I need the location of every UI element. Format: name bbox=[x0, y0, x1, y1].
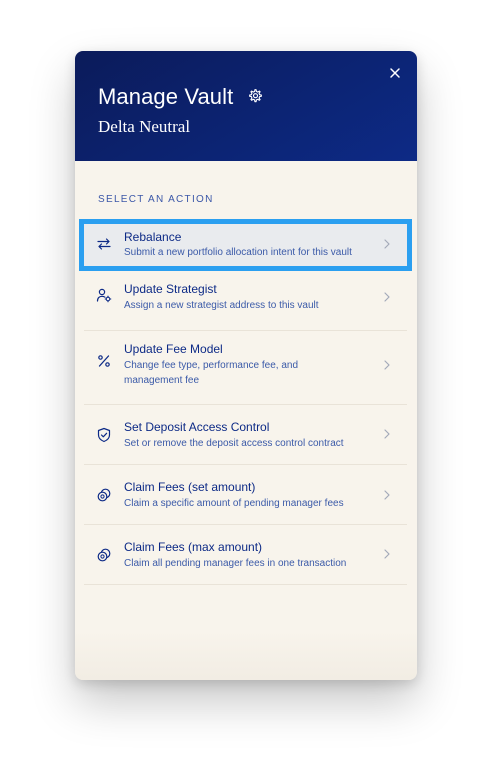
action-description: Set or remove the deposit access control… bbox=[124, 438, 344, 449]
action-title: Claim Fees (max amount) bbox=[124, 540, 263, 554]
action-claim-fees-max-amount[interactable]: Claim Fees (max amount) Claim all pendin… bbox=[84, 525, 407, 585]
action-description: Submit a new portfolio allocation intent… bbox=[124, 247, 352, 258]
action-update-fee-model[interactable]: Update Fee Model Change fee type, perfor… bbox=[84, 331, 407, 405]
action-set-deposit-access-control[interactable]: Set Deposit Access Control Set or remove… bbox=[84, 405, 407, 465]
action-title: Update Fee Model bbox=[124, 342, 223, 356]
action-description: Claim all pending manager fees in one tr… bbox=[124, 558, 347, 569]
modal-footer-fade bbox=[75, 630, 417, 680]
chevron-right-icon bbox=[384, 360, 390, 370]
action-title: Update Strategist bbox=[124, 282, 217, 296]
coins-icon bbox=[97, 548, 111, 562]
modal-subtitle: Delta Neutral bbox=[98, 117, 191, 136]
chevron-right-icon bbox=[384, 429, 390, 439]
chevron-right-icon bbox=[384, 490, 390, 500]
action-claim-fees-set-amount[interactable]: Claim Fees (set amount) Claim a specific… bbox=[84, 465, 407, 525]
close-button[interactable] bbox=[383, 61, 407, 85]
action-description: Change fee type, performance fee, and ma… bbox=[124, 360, 299, 386]
chevron-right-icon bbox=[384, 549, 390, 559]
manage-vault-modal: Manage Vault Delta Neutral SELECT AN ACT… bbox=[75, 51, 417, 680]
action-list: Rebalance Submit a new portfolio allocat… bbox=[79, 219, 412, 585]
percent-icon bbox=[98, 355, 110, 367]
shield-check-icon bbox=[97, 427, 111, 443]
action-title: Set Deposit Access Control bbox=[124, 420, 270, 434]
action-rebalance[interactable]: Rebalance Submit a new portfolio allocat… bbox=[79, 219, 412, 271]
modal-title: Manage Vault bbox=[98, 84, 234, 109]
action-description: Claim a specific amount of pending manag… bbox=[124, 498, 344, 509]
user-gear-icon bbox=[96, 288, 112, 303]
action-title: Claim Fees (set amount) bbox=[124, 480, 256, 494]
action-description: Assign a new strategist address to this … bbox=[124, 300, 319, 311]
chevron-right-icon bbox=[384, 239, 390, 249]
gear-icon bbox=[249, 89, 262, 103]
settings-button[interactable] bbox=[247, 88, 263, 104]
section-label: SELECT AN ACTION bbox=[98, 194, 214, 205]
close-icon bbox=[390, 68, 400, 78]
action-update-strategist[interactable]: Update Strategist Assign a new strategis… bbox=[84, 271, 407, 331]
coins-icon bbox=[97, 488, 111, 502]
action-title: Rebalance bbox=[124, 230, 182, 244]
modal-header: Manage Vault Delta Neutral bbox=[75, 51, 417, 161]
swap-arrows-icon bbox=[97, 238, 111, 250]
chevron-right-icon bbox=[384, 292, 390, 302]
